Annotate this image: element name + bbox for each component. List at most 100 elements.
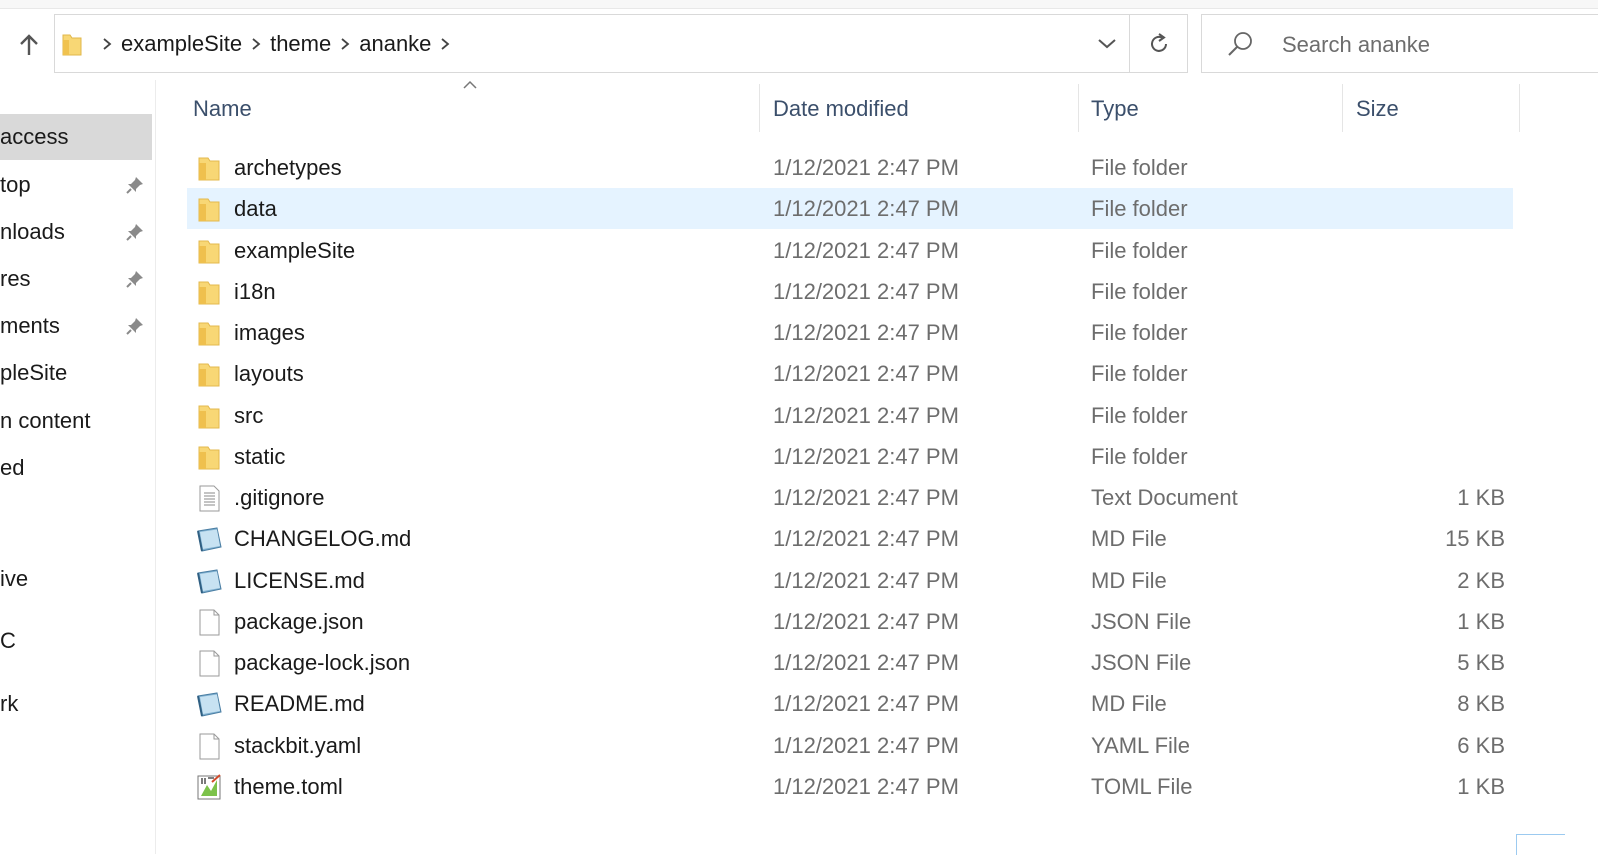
file-date-modified: 1/12/2021 2:47 PM [773, 279, 959, 304]
chevron-right-icon[interactable] [331, 37, 359, 51]
file-row[interactable]: i18n 1/12/2021 2:47 PM File folder [187, 271, 1513, 312]
folder-icon [195, 360, 223, 388]
nav-item-pictures[interactable]: res [0, 256, 152, 302]
folder-icon [195, 319, 223, 347]
navigation-pane[interactable]: access top nloads res ments pleSite n co… [0, 80, 156, 854]
file-type: JSON File [1091, 650, 1192, 675]
file-date-modified: 1/12/2021 2:47 PM [773, 361, 959, 386]
search-input[interactable]: Search ananke [1201, 14, 1598, 73]
chevron-right-icon[interactable] [242, 37, 270, 51]
nav-item-onedrive[interactable]: ive [0, 556, 152, 602]
blank-file-icon [195, 649, 223, 677]
refresh-button[interactable] [1129, 15, 1188, 72]
nav-item-desktop[interactable]: top [0, 162, 152, 208]
nav-item-content[interactable]: n content [0, 398, 152, 444]
file-date-modified: 1/12/2021 2:47 PM [773, 403, 959, 428]
nav-item-quick-access[interactable]: access [0, 114, 152, 160]
up-button[interactable] [12, 28, 46, 62]
breadcrumb: exampleSite theme ananke [55, 15, 459, 72]
address-bar[interactable]: exampleSite theme ananke [54, 14, 1188, 73]
file-name: images [234, 320, 305, 345]
file-type: File folder [1091, 403, 1188, 428]
nav-item-published[interactable]: ed [0, 445, 152, 491]
column-header-size[interactable]: Size [1356, 86, 1399, 132]
file-row[interactable]: README.md 1/12/2021 2:47 PM MD File 8 KB [187, 683, 1513, 724]
folder-icon [62, 34, 82, 55]
column-header-date-modified[interactable]: Date modified [773, 86, 909, 132]
file-row[interactable]: LICENSE.md 1/12/2021 2:47 PM MD File 2 KB [187, 560, 1513, 601]
chevron-right-icon[interactable] [93, 37, 121, 51]
file-name: i18n [234, 279, 276, 304]
chevron-right-icon[interactable] [431, 37, 459, 51]
file-row[interactable]: data 1/12/2021 2:47 PM File folder [187, 188, 1513, 229]
nav-item-label: res [0, 266, 31, 291]
window-top-edge [0, 0, 1598, 9]
nav-item-downloads[interactable]: nloads [0, 209, 152, 255]
file-row[interactable]: theme.toml 1/12/2021 2:47 PM TOML File 1 KB [187, 766, 1513, 807]
column-divider[interactable] [759, 84, 760, 132]
file-row[interactable]: static 1/12/2021 2:47 PM File folder [187, 436, 1513, 477]
folder-icon [195, 278, 223, 306]
file-name: exampleSite [234, 238, 356, 263]
file-date-modified: 1/12/2021 2:47 PM [773, 733, 959, 758]
file-row[interactable]: .gitignore 1/12/2021 2:47 PM Text Document… [187, 477, 1513, 518]
file-name: archetypes [234, 155, 342, 180]
pin-icon [126, 318, 143, 335]
file-row[interactable]: images 1/12/2021 2:47 PM File folder [187, 312, 1513, 353]
file-size: 5 KB [1457, 650, 1505, 675]
file-name: LICENSE.md [234, 568, 365, 593]
nav-item-documents[interactable]: ments [0, 303, 152, 349]
nav-item-label: nloads [0, 219, 65, 244]
text-file-icon [195, 484, 223, 512]
refresh-icon [1151, 32, 1167, 52]
column-divider[interactable] [1342, 84, 1343, 132]
file-size: 6 KB [1457, 733, 1505, 758]
file-row[interactable]: CHANGELOG.md 1/12/2021 2:47 PM MD File 15 K… [187, 518, 1513, 559]
arrow-up-icon [20, 34, 38, 55]
file-date-modified: 1/12/2021 2:47 PM [773, 609, 959, 634]
pin-icon [126, 177, 143, 194]
blank-file-icon [195, 608, 223, 636]
file-date-modified: 1/12/2021 2:47 PM [773, 238, 959, 263]
nav-item-label: ments [0, 313, 60, 338]
folder-icon [195, 443, 223, 471]
file-row[interactable]: layouts 1/12/2021 2:47 PM File folder [187, 353, 1513, 394]
file-row[interactable]: src 1/12/2021 2:47 PM File folder [187, 395, 1513, 436]
column-header-name[interactable]: Name [193, 86, 252, 132]
md-file-icon [195, 690, 223, 718]
nav-item-label: C [0, 628, 16, 653]
file-row[interactable]: package-lock.json 1/12/2021 2:47 PM JSON F… [187, 642, 1513, 683]
file-size: 2 KB [1457, 568, 1505, 593]
search-placeholder: Search ananke [1282, 32, 1430, 57]
file-size: 1 KB [1457, 609, 1505, 634]
nav-item-label: n content [0, 408, 91, 433]
file-date-modified: 1/12/2021 2:47 PM [773, 485, 959, 510]
file-size: 8 KB [1457, 691, 1505, 716]
breadcrumb-item-ananke[interactable]: ananke [359, 31, 431, 57]
file-date-modified: 1/12/2021 2:47 PM [773, 155, 959, 180]
file-row[interactable]: archetypes 1/12/2021 2:47 PM File folder [187, 147, 1513, 188]
file-row[interactable]: package.json 1/12/2021 2:47 PM JSON File 1 … [187, 601, 1513, 642]
address-history-dropdown[interactable] [1085, 15, 1129, 72]
breadcrumb-item-examplesite[interactable]: exampleSite [121, 31, 242, 57]
file-date-modified: 1/12/2021 2:47 PM [773, 196, 959, 221]
nav-item-label: ive [0, 566, 29, 591]
breadcrumb-item-theme[interactable]: theme [270, 31, 331, 57]
file-row[interactable]: stackbit.yaml 1/12/2021 2:47 PM YAML File 6… [187, 725, 1513, 766]
nav-item-network[interactable]: rk [0, 681, 152, 727]
column-divider[interactable] [1078, 84, 1079, 132]
file-name: src [234, 403, 264, 428]
column-header-type[interactable]: Type [1091, 86, 1139, 132]
blank-file-icon [195, 732, 223, 760]
file-row[interactable]: exampleSite 1/12/2021 2:47 PM File folder [187, 230, 1513, 271]
file-date-modified: 1/12/2021 2:47 PM [773, 650, 959, 675]
column-divider[interactable] [1519, 84, 1520, 132]
file-type: File folder [1091, 155, 1188, 180]
nav-item-examplesite[interactable]: pleSite [0, 350, 152, 396]
file-name: CHANGELOG.md [234, 526, 412, 551]
folder-icon [195, 402, 223, 430]
nav-item-this-pc[interactable]: C [0, 618, 152, 664]
nav-item-label: access [0, 124, 69, 149]
nav-item-label: top [0, 172, 31, 197]
file-date-modified: 1/12/2021 2:47 PM [773, 691, 959, 716]
